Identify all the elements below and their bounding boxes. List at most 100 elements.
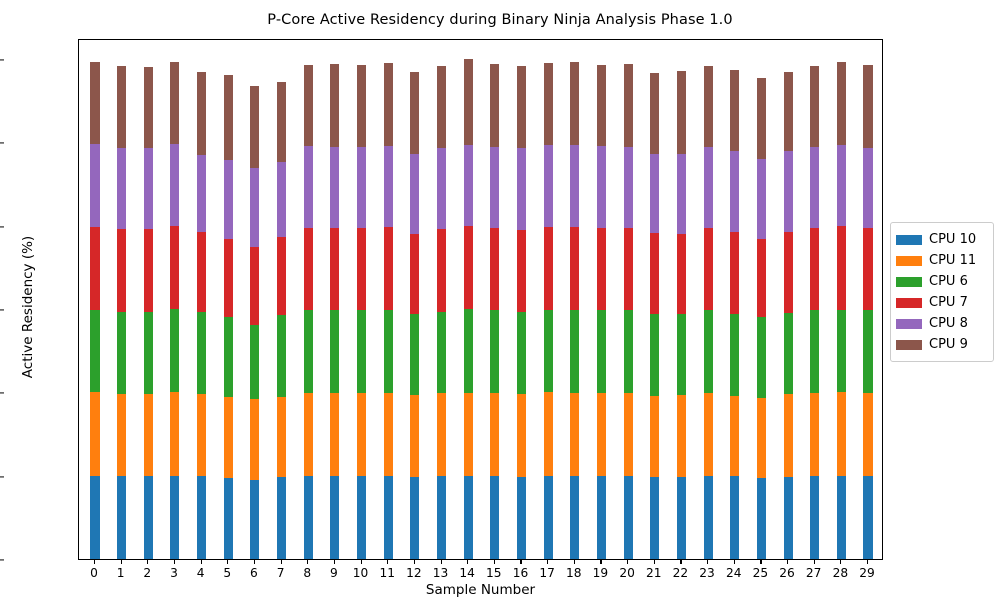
bar-stack[interactable] bbox=[570, 61, 580, 559]
bar-segment[interactable] bbox=[676, 153, 686, 234]
bar-stack[interactable] bbox=[303, 65, 313, 559]
bar-segment[interactable] bbox=[90, 475, 100, 559]
bar-segment[interactable] bbox=[277, 314, 287, 397]
bar-segment[interactable] bbox=[436, 475, 447, 559]
bar-segment[interactable] bbox=[117, 393, 127, 477]
bar-segment[interactable] bbox=[863, 475, 873, 559]
bar-stack[interactable] bbox=[596, 64, 606, 559]
legend-item[interactable]: CPU 7 bbox=[896, 292, 988, 313]
bar-segment[interactable] bbox=[303, 228, 313, 310]
bar-segment[interactable] bbox=[463, 392, 473, 476]
bar-stack[interactable] bbox=[223, 74, 233, 559]
bar-segment[interactable] bbox=[783, 394, 793, 477]
bar-segment[interactable] bbox=[730, 232, 740, 314]
bar-segment[interactable] bbox=[516, 230, 526, 313]
bar-segment[interactable] bbox=[410, 153, 420, 234]
bar-segment[interactable] bbox=[703, 310, 713, 393]
bar-segment[interactable] bbox=[463, 145, 473, 227]
bar-stack[interactable] bbox=[650, 73, 660, 559]
bar-segment[interactable] bbox=[570, 475, 580, 559]
bar-segment[interactable] bbox=[223, 160, 233, 239]
bar-stack[interactable] bbox=[490, 63, 500, 559]
bar-segment[interactable] bbox=[250, 167, 260, 248]
legend-item[interactable]: CPU 9 bbox=[896, 334, 988, 355]
bar-segment[interactable] bbox=[836, 62, 846, 146]
bar-segment[interactable] bbox=[223, 238, 233, 318]
bar-stack[interactable] bbox=[863, 65, 873, 559]
bar-segment[interactable] bbox=[223, 397, 233, 479]
bar-segment[interactable] bbox=[490, 309, 500, 393]
bar-segment[interactable] bbox=[357, 475, 367, 559]
bar-segment[interactable] bbox=[197, 394, 207, 477]
legend-item[interactable]: CPU 6 bbox=[896, 271, 988, 292]
bar-segment[interactable] bbox=[836, 145, 846, 227]
bar-segment[interactable] bbox=[650, 233, 660, 315]
bar-segment[interactable] bbox=[703, 65, 713, 147]
bar-segment[interactable] bbox=[756, 77, 766, 159]
bar-segment[interactable] bbox=[170, 225, 180, 310]
bar-segment[interactable] bbox=[197, 155, 207, 233]
bar-stack[interactable] bbox=[197, 72, 207, 559]
bar-segment[interactable] bbox=[277, 81, 287, 162]
bar-segment[interactable] bbox=[756, 317, 766, 399]
bar-stack[interactable] bbox=[703, 65, 713, 559]
bar-segment[interactable] bbox=[250, 85, 260, 168]
bar-segment[interactable] bbox=[623, 475, 633, 559]
bar-segment[interactable] bbox=[570, 227, 580, 311]
bar-segment[interactable] bbox=[90, 309, 100, 393]
bar-segment[interactable] bbox=[863, 227, 873, 311]
bar-segment[interactable] bbox=[436, 65, 447, 148]
bar-segment[interactable] bbox=[357, 65, 367, 147]
bar-segment[interactable] bbox=[90, 392, 100, 476]
bar-segment[interactable] bbox=[330, 475, 340, 559]
bar-segment[interactable] bbox=[730, 395, 740, 477]
bar-segment[interactable] bbox=[357, 228, 367, 311]
bar-stack[interactable] bbox=[170, 61, 180, 559]
bar-stack[interactable] bbox=[383, 63, 393, 559]
bar-segment[interactable] bbox=[117, 147, 127, 230]
bar-segment[interactable] bbox=[730, 313, 740, 396]
bar-segment[interactable] bbox=[596, 146, 606, 228]
bar-segment[interactable] bbox=[117, 229, 127, 312]
bar-segment[interactable] bbox=[543, 226, 553, 311]
bar-segment[interactable] bbox=[303, 309, 313, 393]
bar-segment[interactable] bbox=[516, 394, 526, 478]
bar-segment[interactable] bbox=[357, 146, 367, 229]
bar-segment[interactable] bbox=[303, 145, 313, 228]
bar-segment[interactable] bbox=[703, 146, 713, 229]
bar-stack[interactable] bbox=[623, 63, 633, 559]
bar-segment[interactable] bbox=[810, 146, 820, 228]
bar-segment[interactable] bbox=[490, 392, 500, 477]
bar-segment[interactable] bbox=[783, 312, 793, 395]
bar-segment[interactable] bbox=[143, 66, 153, 148]
bar-segment[interactable] bbox=[543, 63, 553, 145]
bar-segment[interactable] bbox=[543, 392, 553, 476]
legend-item[interactable]: CPU 10 bbox=[896, 229, 988, 250]
bar-segment[interactable] bbox=[330, 392, 340, 476]
bar-segment[interactable] bbox=[596, 227, 606, 310]
bar-segment[interactable] bbox=[783, 72, 793, 152]
bar-segment[interactable] bbox=[436, 393, 447, 476]
bar-segment[interactable] bbox=[703, 475, 713, 559]
bar-segment[interactable] bbox=[730, 70, 740, 152]
bar-segment[interactable] bbox=[170, 475, 180, 559]
bar-stack[interactable] bbox=[330, 64, 340, 559]
bar-segment[interactable] bbox=[223, 74, 233, 161]
bar-segment[interactable] bbox=[756, 398, 766, 479]
bar-segment[interactable] bbox=[703, 228, 713, 311]
bar-stack[interactable] bbox=[277, 81, 287, 559]
bar-segment[interactable] bbox=[676, 233, 686, 314]
bar-segment[interactable] bbox=[277, 477, 287, 559]
bar-stack[interactable] bbox=[250, 85, 260, 559]
bar-segment[interactable] bbox=[623, 392, 633, 476]
bar-segment[interactable] bbox=[383, 309, 393, 393]
bar-segment[interactable] bbox=[117, 311, 127, 394]
bar-segment[interactable] bbox=[490, 476, 500, 559]
bar-segment[interactable] bbox=[143, 475, 153, 559]
bar-segment[interactable] bbox=[410, 313, 420, 396]
bar-segment[interactable] bbox=[143, 393, 153, 476]
bar-segment[interactable] bbox=[756, 478, 766, 559]
bar-segment[interactable] bbox=[783, 151, 793, 232]
bar-segment[interactable] bbox=[570, 310, 580, 393]
bar-segment[interactable] bbox=[330, 146, 340, 228]
